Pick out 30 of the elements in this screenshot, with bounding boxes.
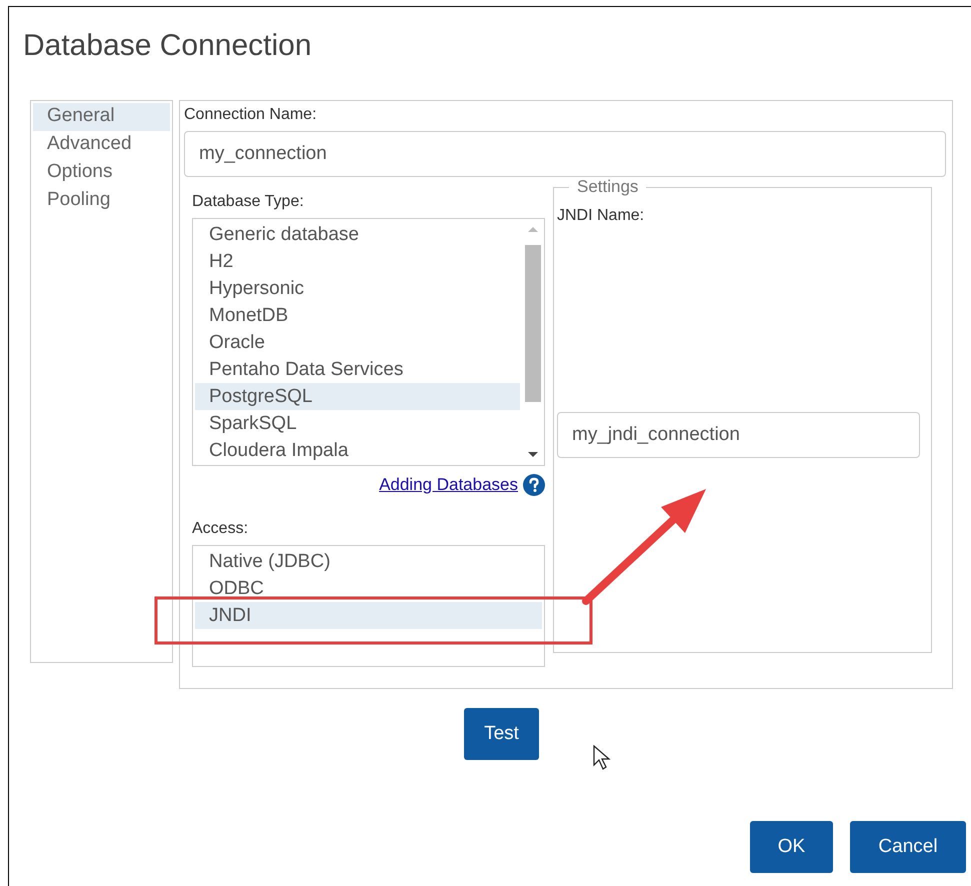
list-item[interactable]: MonetDB <box>195 302 520 329</box>
field-label: Access: <box>192 520 250 538</box>
field-label: JNDI Name: <box>557 207 646 225</box>
list-item[interactable]: Pentaho Data Services <box>195 356 520 383</box>
test-button[interactable]: Test <box>464 708 539 760</box>
connection-name-field[interactable]: my_connection <box>184 131 946 177</box>
list-item[interactable]: Native (JDBC) <box>195 548 542 575</box>
cancel-button[interactable]: Cancel <box>850 821 966 873</box>
list-item[interactable]: Hypersonic <box>195 275 520 302</box>
ok-button[interactable]: OK <box>750 821 833 873</box>
sidebar-item[interactable]: Advanced <box>33 131 170 159</box>
window-title: Database Connection <box>22 28 313 64</box>
sidebar-item[interactable]: Pooling <box>33 187 170 215</box>
jndi-name-field[interactable]: my_jndi_connection <box>557 412 920 458</box>
list-item[interactable]: H2 <box>195 248 520 275</box>
list-item[interactable]: SparkSQL <box>195 410 520 437</box>
field-label: Database Type: <box>192 193 305 211</box>
adding-databases-link[interactable]: Adding Databases <box>379 475 518 495</box>
group-title: Settings <box>576 177 640 197</box>
list-item[interactable]: Generic database <box>195 221 520 248</box>
sidebar-item[interactable]: General <box>33 103 170 131</box>
list-item[interactable]: ODBC <box>195 575 542 602</box>
help-icon[interactable] <box>523 474 545 496</box>
field-label: Connection Name: <box>184 106 318 124</box>
pointer-icon <box>593 745 611 771</box>
list-item[interactable]: JNDI <box>195 602 542 629</box>
list-item[interactable]: Oracle <box>195 329 520 356</box>
sidebar-item[interactable]: Options <box>33 159 170 187</box>
list-item[interactable]: Cloudera Impala <box>195 437 520 464</box>
list-item[interactable]: PostgreSQL <box>195 383 520 410</box>
